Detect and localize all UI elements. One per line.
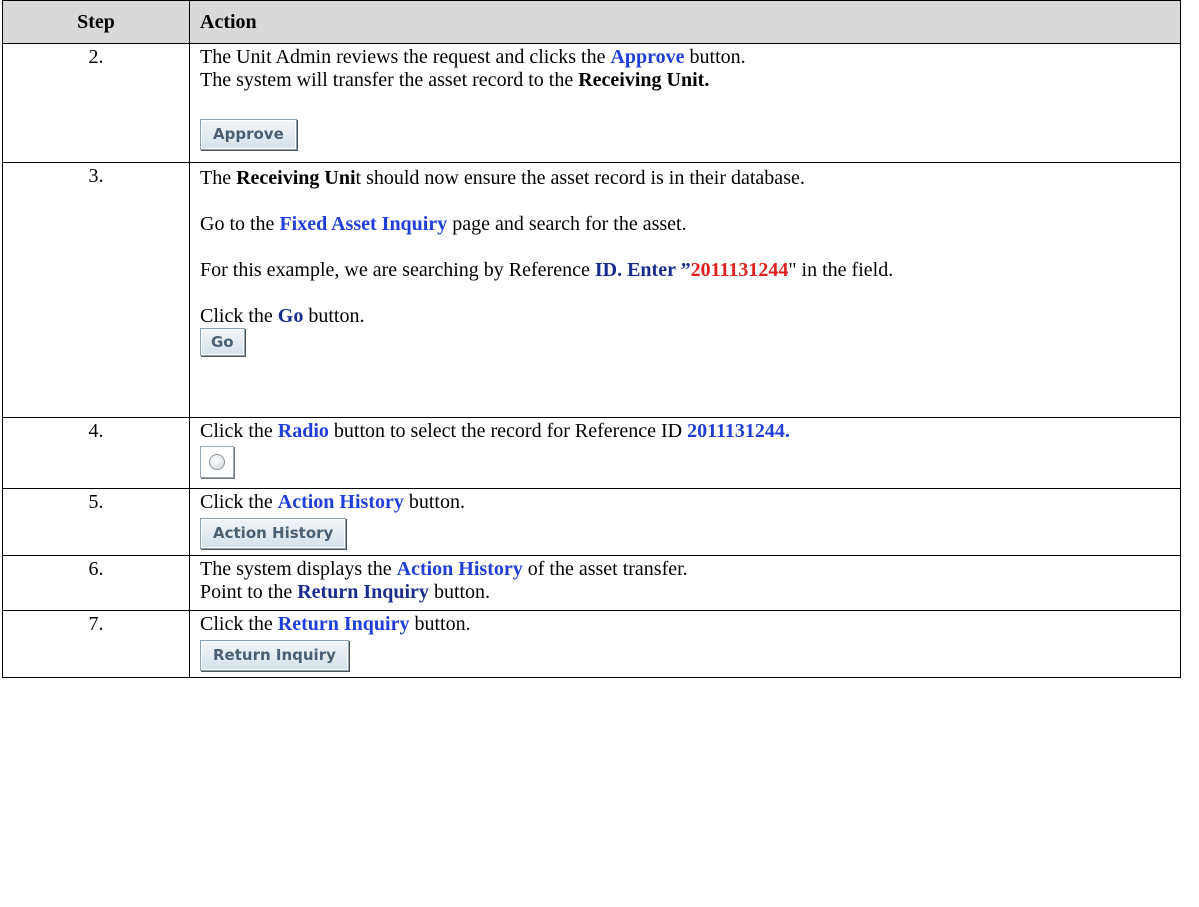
highlight-approve: Approve	[610, 46, 685, 68]
highlight-return-inquiry: Return Inquiry	[277, 613, 410, 635]
instruction-line: The system will transfer the asset recor…	[200, 69, 710, 91]
action-cell: The Unit Admin reviews the request and c…	[189, 43, 1181, 163]
action-cell: The Receiving Unit should now ensure the…	[189, 162, 1181, 418]
go-button[interactable]: Go	[200, 328, 245, 356]
highlight-radio: Radio	[277, 420, 329, 442]
table-header-row: Step Action	[2, 0, 1181, 44]
highlight-reference-id: 2011131244	[690, 259, 789, 281]
step-number: 5.	[2, 488, 190, 556]
step-number: 3.	[2, 162, 190, 418]
action-history-button[interactable]: Action History	[200, 518, 347, 549]
action-cell: Click the Radio button to select the rec…	[189, 417, 1181, 489]
highlight-action-history: Action History	[277, 491, 404, 513]
action-column-header: Action	[189, 0, 1181, 44]
highlight-reference-id: 2011131244.	[687, 420, 790, 442]
action-cell: Click the Return Inquiry button. Return …	[189, 610, 1181, 678]
instruction-line: Click the Return Inquiry button.	[200, 613, 471, 635]
instruction-line: Go to the Fixed Asset Inquiry page and s…	[200, 213, 687, 235]
highlight-go: Go	[277, 305, 304, 327]
action-cell: Click the Action History button. Action …	[189, 488, 1181, 556]
instruction-line: The Receiving Unit should now ensure the…	[200, 167, 805, 189]
step-column-header: Step	[2, 0, 190, 44]
table-row: 7. Click the Return Inquiry button. Retu…	[2, 610, 1181, 678]
table-row: 4. Click the Radio button to select the …	[2, 417, 1181, 489]
step-number: 6.	[2, 555, 190, 611]
highlight-receiving-unit: Receiving Unit.	[578, 69, 710, 91]
instruction-line: Click the Go button.	[200, 305, 365, 327]
approve-button[interactable]: Approve	[200, 119, 297, 150]
action-cell: The system displays the Action History o…	[189, 555, 1181, 611]
instruction-line: Click the Action History button.	[200, 491, 465, 513]
table-row: 5. Click the Action History button. Acti…	[2, 488, 1181, 556]
return-inquiry-button[interactable]: Return Inquiry	[200, 640, 349, 671]
instruction-line: The Unit Admin reviews the request and c…	[200, 46, 746, 68]
highlight-receiving-unit: Receiving Uni	[236, 167, 356, 189]
highlight-id-enter: ID. Enter ”	[594, 259, 691, 281]
highlight-fixed-asset-inquiry: Fixed Asset Inquiry	[279, 213, 448, 235]
step-number: 7.	[2, 610, 190, 678]
step-number: 2.	[2, 43, 190, 163]
radio-button-icon[interactable]	[200, 446, 234, 478]
step-number: 4.	[2, 417, 190, 489]
instruction-line: Click the Radio button to select the rec…	[200, 420, 790, 442]
table-row: 6. The system displays the Action Histor…	[2, 555, 1181, 611]
steps-table: Step Action 2. The Unit Admin reviews th…	[2, 0, 1181, 678]
instruction-line: For this example, we are searching by Re…	[200, 259, 894, 281]
instruction-line: The system displays the Action History o…	[200, 558, 688, 580]
instruction-line: Point to the Return Inquiry button.	[200, 581, 491, 603]
table-row: 2. The Unit Admin reviews the request an…	[2, 43, 1181, 163]
highlight-return-inquiry: Return Inquiry	[297, 581, 429, 603]
table-row: 3. The Receiving Unit should now ensure …	[2, 162, 1181, 418]
highlight-action-history: Action History	[396, 558, 523, 580]
